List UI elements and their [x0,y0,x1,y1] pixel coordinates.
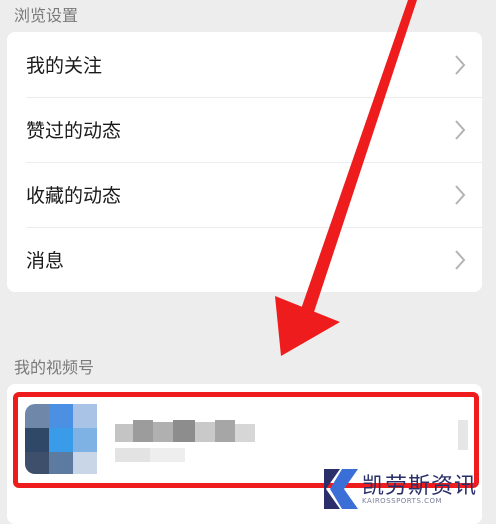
chevron-right-icon [455,184,466,205]
section-title-my-channel: 我的视频号 [14,358,95,377]
settings-item-label: 赞过的动态 [26,120,122,142]
settings-item-label: 收藏的动态 [26,185,122,207]
browse-settings-card: 我的关注 赞过的动态 收藏的动态 消息 [7,32,482,292]
settings-item-label: 消息 [26,250,65,272]
watermark-name: 凯劳斯资讯 [362,474,478,499]
settings-item-label: 我的关注 [26,55,103,77]
watermark-logo: 凯劳斯资讯 KAIROSSPORTS.COM [318,464,496,514]
chevron-right-icon [455,54,466,75]
settings-item-messages[interactable]: 消息 [7,227,482,292]
watermark-url: KAIROSSPORTS.COM [362,497,443,505]
settings-item-my-follows[interactable]: 我的关注 [7,32,482,97]
section-title-browse-settings: 浏览设置 [14,6,79,25]
chevron-right-icon [455,249,466,270]
chevron-right-icon [455,119,466,140]
brand-logo-icon [324,469,358,509]
settings-item-favorited-posts[interactable]: 收藏的动态 [7,162,482,227]
settings-item-liked-posts[interactable]: 赞过的动态 [7,97,482,162]
